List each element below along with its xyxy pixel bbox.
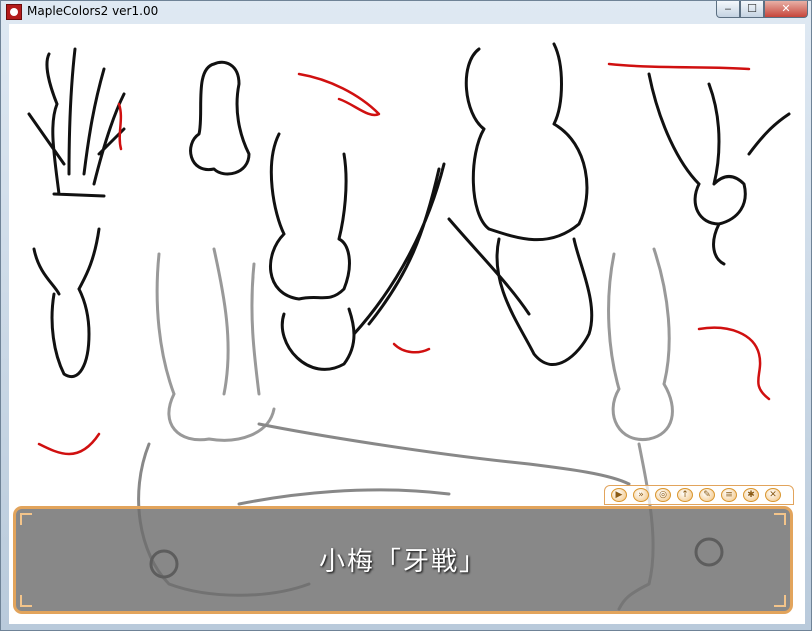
dialogue-text: 小梅「牙戦」 — [318, 547, 487, 577]
small-rabbit-left — [32, 227, 101, 378]
rabbit-flying-right — [647, 72, 791, 266]
title-bar[interactable]: MapleColors2 ver1.00 ‒ ☐ ✕ — [1, 1, 811, 23]
back-icon[interactable]: ↑ — [677, 488, 693, 502]
skip-icon[interactable]: » — [633, 488, 649, 502]
rabbit-sword-holder — [269, 132, 356, 371]
frame-corner — [774, 595, 786, 607]
play-icon[interactable]: ▶ — [611, 488, 627, 502]
ghost-rabbit-left — [155, 247, 276, 442]
auto-icon[interactable]: ◎ — [655, 488, 671, 502]
close-window-icon[interactable]: ✕ — [765, 488, 781, 502]
blood-splatters — [37, 62, 771, 456]
frame-corner — [20, 513, 32, 525]
minimize-button[interactable]: ‒ — [716, 1, 740, 18]
app-window: MapleColors2 ver1.00 ‒ ☐ ✕ ▶ » ◎ ↑ ✎ ≡ ✱… — [0, 0, 812, 631]
close-button[interactable]: ✕ — [764, 1, 808, 18]
config-icon[interactable]: ✱ — [743, 488, 759, 502]
frame-corner — [774, 513, 786, 525]
message-window[interactable]: 小梅「牙戦」 — [13, 506, 793, 614]
rabbit-big-center — [447, 42, 594, 366]
frame-corner — [20, 595, 32, 607]
app-icon[interactable] — [6, 4, 22, 20]
quick-save-icon[interactable]: ✎ — [699, 488, 715, 502]
log-icon[interactable]: ≡ — [721, 488, 737, 502]
maximize-button[interactable]: ☐ — [740, 1, 764, 18]
sword-sketch — [352, 162, 446, 336]
window-title: MapleColors2 ver1.00 — [27, 4, 159, 18]
hand-sketch — [27, 47, 126, 198]
message-toolbar: ▶ » ◎ ↑ ✎ ≡ ✱ ✕ — [604, 485, 794, 505]
nose-sketch — [189, 60, 251, 176]
